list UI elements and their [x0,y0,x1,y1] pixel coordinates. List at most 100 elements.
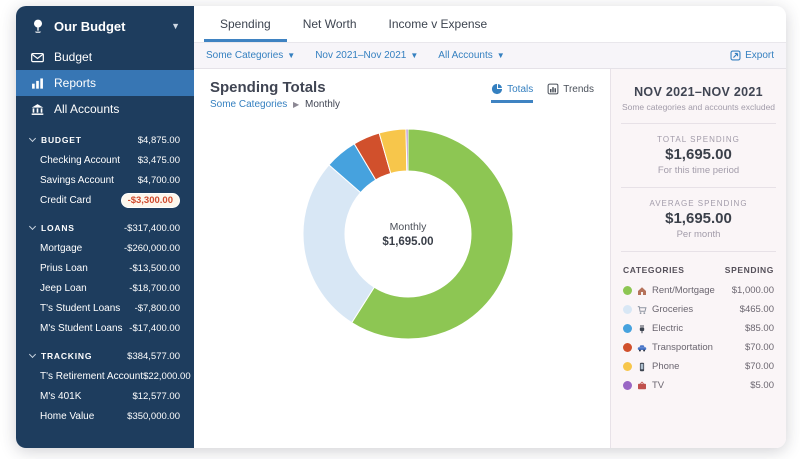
section-total: -$317,400.00 [124,222,180,234]
average-spending-sub: Per month [676,229,721,240]
category-name: Phone [652,361,680,372]
total-spending-label: TOTAL SPENDING [657,135,740,144]
sidebar-item-reports[interactable]: Reports [16,70,194,96]
categories-table-header: CATEGORIES SPENDING [611,263,786,281]
account-name: M's 401K [40,390,82,402]
total-spending-stat: TOTAL SPENDING $1,695.00 For this time p… [611,135,786,176]
filter-date-range-dropdown[interactable]: Nov 2021–Nov 2021 ▼ [315,50,418,61]
account-row-t-s-retirement-account[interactable]: T's Retirement Account $22,000.00 [16,366,194,386]
category-row-transportation[interactable]: Transportation $70.00 [611,338,786,357]
category-row-rent-mortgage[interactable]: Rent/Mortgage $1,000.00 [611,281,786,300]
filter-accounts-label: All Accounts [438,50,493,61]
filter-date-range-label: Nov 2021–Nov 2021 [315,50,407,61]
spending-col-label: SPENDING [724,265,774,275]
account-name: T's Retirement Account [40,370,144,382]
spending-donut-chart[interactable]: Monthly $1,695.00 [298,124,518,344]
budget-name: Our Budget [54,18,126,34]
donut-segment-tv[interactable] [405,128,409,172]
account-balance: $3,475.00 [137,154,180,166]
category-amount: $70.00 [744,342,774,353]
account-balance: $22,000.00 [143,370,191,382]
summary-subtitle: Some categories and accounts excluded [621,102,776,112]
categories-col-label: CATEGORIES [623,265,685,275]
tree-icon [34,19,42,33]
account-name: Checking Account [40,154,121,166]
sidebar-item-label: All Accounts [54,102,120,116]
sidebar-item-budget[interactable]: Budget [16,44,194,70]
tab-spending[interactable]: Spending [204,6,287,42]
account-row-home-value[interactable]: Home Value $350,000.00 [16,406,194,426]
bank-icon [31,103,44,115]
category-name: Transportation [652,342,713,353]
account-balance: $350,000.00 [127,410,180,422]
tab-income-v-expense[interactable]: Income v Expense [373,6,504,42]
category-color-dot [623,362,632,371]
filter-categories-dropdown[interactable]: Some Categories ▼ [206,50,295,61]
account-row-checking-account[interactable]: Checking Account $3,475.00 [16,150,194,170]
account-balance: -$260,000.00 [124,242,180,254]
tab-net-worth[interactable]: Net Worth [287,6,373,42]
chevron-down-icon [28,134,37,143]
sidebar: Our Budget ▼ Budget Reports All Accounts… [16,6,194,448]
account-balance: $12,577.00 [132,390,180,402]
sidebar-item-all-accounts[interactable]: All Accounts [16,96,194,122]
tv-icon [637,381,647,391]
category-amount: $85.00 [744,323,774,334]
trends-toggle[interactable]: Trends [547,83,594,103]
account-name: Jeep Loan [40,282,87,294]
category-row-tv[interactable]: TV $5.00 [611,376,786,395]
app-window: Our Budget ▼ Budget Reports All Accounts… [16,6,786,448]
totals-label: Totals [507,83,534,95]
section-header-tracking[interactable]: TRACKING $384,577.00 [16,346,194,366]
total-spending-value: $1,695.00 [665,146,732,163]
house-icon [637,286,647,296]
filter-bar: Some Categories ▼ Nov 2021–Nov 2021 ▼ Al… [194,43,786,69]
divider [621,123,776,124]
total-spending-sub: For this time period [657,165,740,176]
category-name: Groceries [652,304,694,315]
pie-chart-icon [492,83,503,95]
account-row-m-s-student-loans[interactable]: M's Student Loans -$17,400.00 [16,318,194,338]
account-row-jeep-loan[interactable]: Jeep Loan -$18,700.00 [16,278,194,298]
filter-accounts-dropdown[interactable]: All Accounts ▼ [438,50,504,61]
account-name: Home Value [40,410,95,422]
category-amount: $70.00 [744,361,774,372]
average-spending-stat: AVERAGE SPENDING $1,695.00 Per month [611,199,786,240]
category-row-phone[interactable]: Phone $70.00 [611,357,786,376]
account-row-prius-loan[interactable]: Prius Loan -$13,500.00 [16,258,194,278]
category-amount: $465.00 [739,304,774,315]
cart-icon [637,305,647,315]
divider [621,251,776,252]
section-header-budget[interactable]: BUDGET $4,875.00 [16,130,194,150]
account-name: Savings Account [40,174,114,186]
category-name: Rent/Mortgage [652,285,715,296]
category-color-dot [623,305,632,314]
account-balance: -$13,500.00 [129,262,180,274]
category-color-dot [623,381,632,390]
account-name: Prius Loan [40,262,88,274]
account-name: Credit Card [40,194,92,206]
account-balance: -$18,700.00 [129,282,180,294]
view-toggle: Totals Trends [491,83,594,103]
account-balance-pill: -$3,300.00 [120,192,180,208]
budget-switcher[interactable]: Our Budget ▼ [16,6,194,44]
breadcrumb-categories-link[interactable]: Some Categories [210,99,287,110]
report-tabs: Spending Net Worth Income v Expense [194,6,786,43]
account-row-t-s-student-loans[interactable]: T's Student Loans -$7,800.00 [16,298,194,318]
account-row-savings-account[interactable]: Savings Account $4,700.00 [16,170,194,190]
export-button[interactable]: Export [730,50,774,61]
chevron-down-icon: ▼ [287,51,296,60]
category-name: TV [652,380,665,391]
section-header-loans[interactable]: LOANS -$317,400.00 [16,218,194,238]
chevron-down-icon: ▼ [410,51,419,60]
account-row-credit-card[interactable]: Credit Card -$3,300.00 [16,190,194,210]
breadcrumb-separator-icon: ▶ [293,100,300,109]
category-row-electric[interactable]: Electric $85.00 [611,319,786,338]
totals-toggle[interactable]: Totals [491,83,534,103]
average-spending-value: $1,695.00 [665,210,732,227]
account-row-m-s-401k[interactable]: M's 401K $12,577.00 [16,386,194,406]
account-row-mortgage[interactable]: Mortgage -$260,000.00 [16,238,194,258]
sidebar-sections: BUDGET $4,875.00 Checking Account $3,475.00… [16,130,194,426]
category-row-groceries[interactable]: Groceries $465.00 [611,300,786,319]
account-name: Mortgage [40,242,83,254]
